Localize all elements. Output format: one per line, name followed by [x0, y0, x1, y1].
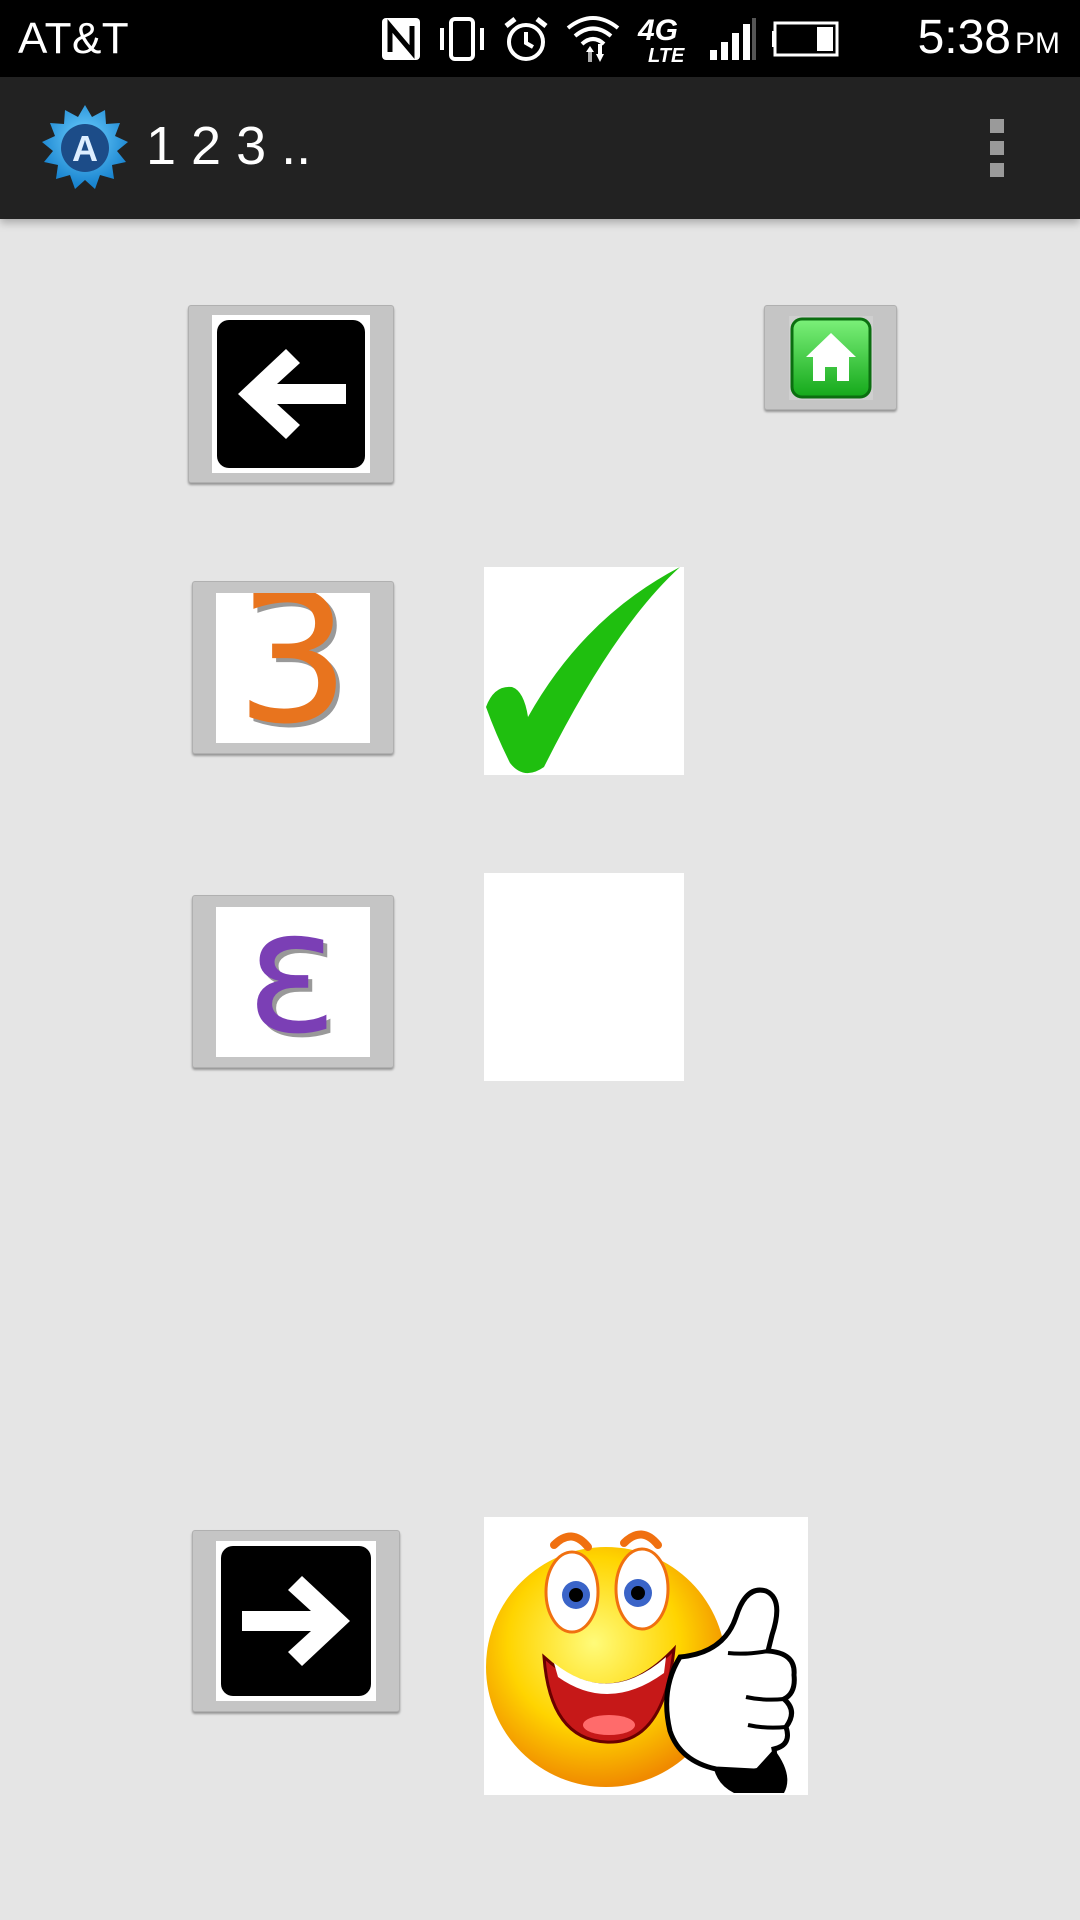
checkmark-icon [486, 567, 680, 774]
action-bar: A 1 2 3 .. [0, 77, 1080, 219]
vibrate-icon [440, 17, 484, 61]
overflow-dot [990, 163, 1004, 177]
overflow-dot [990, 119, 1004, 133]
signal-icon [710, 18, 756, 60]
svg-text:LTE: LTE [648, 45, 685, 66]
clock-time: 5:38 [917, 11, 1011, 64]
next-button[interactable] [192, 1530, 400, 1712]
option-1-symbol: 3 3 [236, 593, 355, 743]
arrow-right-icon [221, 1546, 371, 1696]
status-icons: 4G LTE [380, 8, 842, 70]
empty-result-slot [484, 873, 684, 1081]
overflow-menu-button[interactable] [974, 107, 1020, 189]
home-icon [790, 317, 871, 398]
svg-text:3: 3 [236, 593, 351, 743]
option-2-symbol: ε ε [246, 907, 342, 1057]
status-clock: 5:38 PM [918, 10, 1060, 65]
smiley-thumbs-up-icon [486, 1530, 797, 1793]
svg-text:A: A [72, 128, 98, 169]
clock-am-pm: PM [1015, 27, 1060, 60]
lte-icon: 4G LTE [637, 14, 685, 66]
back-button[interactable] [188, 305, 394, 483]
carrier-name: AT&T [18, 14, 130, 63]
back-arrow-frame [212, 315, 370, 473]
alarm-icon [504, 17, 548, 61]
app-logo-icon: A [42, 105, 128, 189]
battery-icon [772, 21, 839, 57]
app-title: 1 2 3 .. [146, 116, 312, 176]
next-arrow-frame [216, 1541, 376, 1701]
home-icon-frame [788, 315, 873, 400]
svg-text:4G: 4G [637, 14, 678, 47]
option-button-2[interactable]: ε ε [192, 895, 394, 1068]
app-icon[interactable]: A [40, 103, 130, 193]
option-2-frame: ε ε [216, 906, 370, 1057]
nfc-icon [382, 18, 420, 60]
correct-checkmark [484, 567, 684, 775]
wifi-icon [566, 16, 620, 62]
option-button-1[interactable]: 3 3 [192, 581, 394, 754]
home-button[interactable] [764, 305, 897, 410]
svg-text:ε: ε [246, 907, 338, 1057]
overflow-dot [990, 141, 1004, 155]
status-bar: AT&T 4G LTE 5:38 PM [0, 0, 1080, 77]
option-1-frame: 3 3 [216, 592, 370, 743]
arrow-left-icon [217, 320, 365, 468]
smiley-thumbs-up-image [484, 1517, 808, 1795]
